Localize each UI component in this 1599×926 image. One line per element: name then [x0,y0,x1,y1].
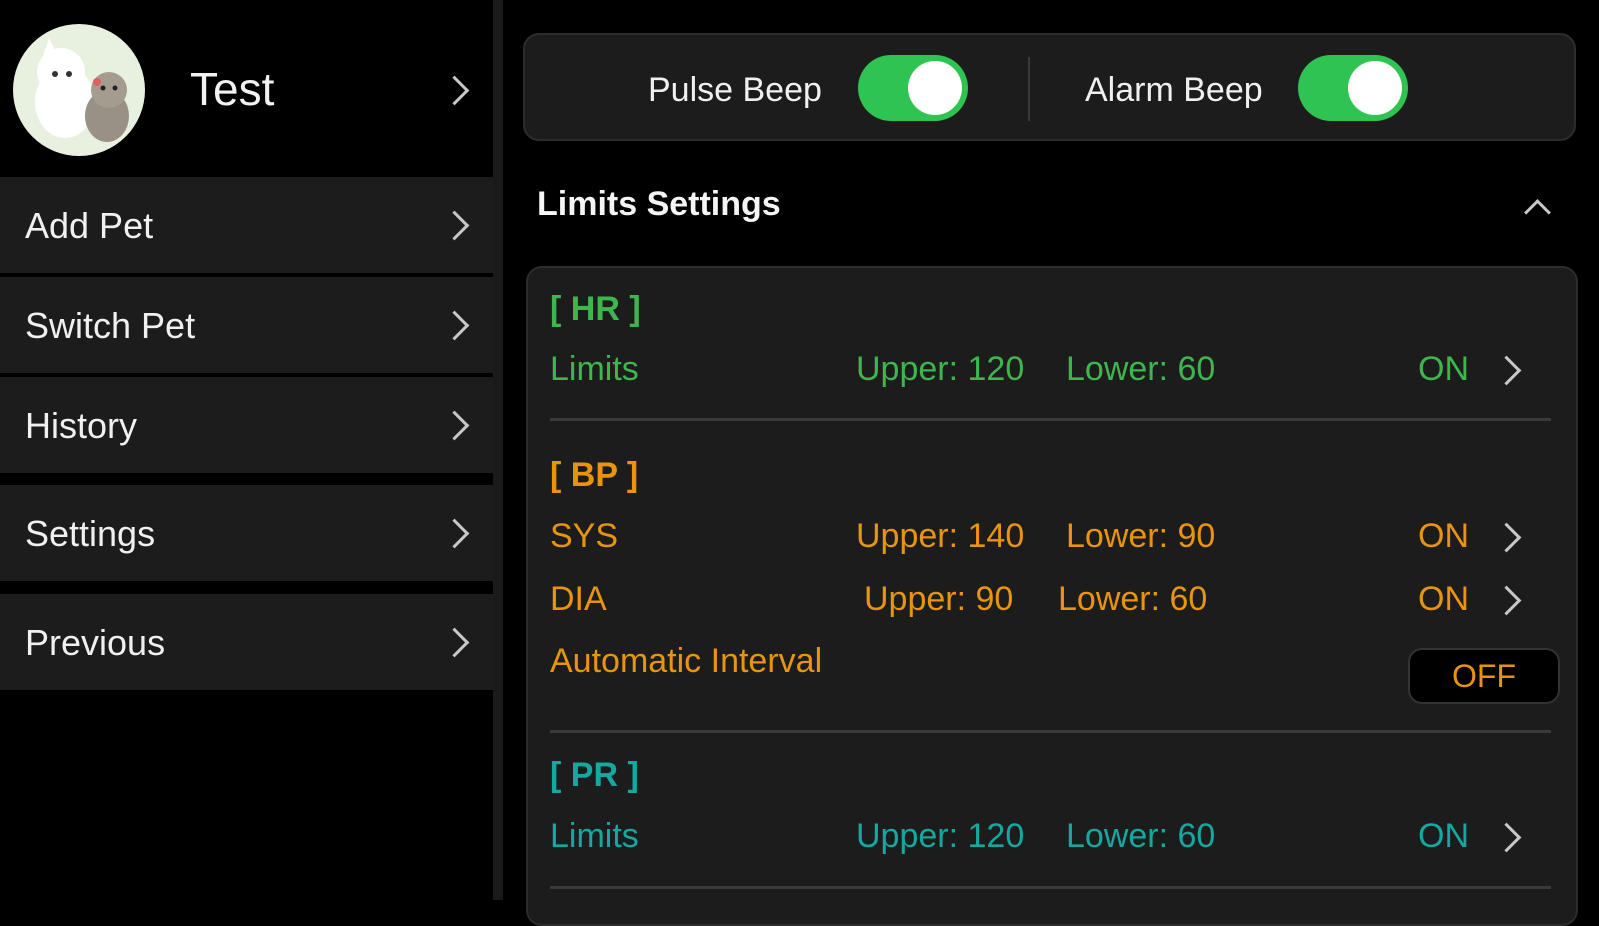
chevron-right-icon [439,75,470,106]
automatic-interval-button[interactable]: OFF [1408,648,1560,704]
automatic-interval-label: Automatic Interval [550,642,823,680]
pet-name: Test [190,63,275,115]
profile-row[interactable]: Test [0,0,493,180]
sys-upper: Upper: 140 [856,517,1025,555]
section-divider [550,886,1551,889]
pulse-beep-label: Pulse Beep [648,71,822,109]
pr-header: [ PR ] [550,756,639,794]
sys-state: ON [1418,517,1469,555]
sys-label: SYS [550,517,619,555]
beep-settings-card: Pulse Beep Alarm Beep [523,33,1576,141]
sidebar: Test Add Pet Switch Pet History Settings… [0,0,493,900]
chevron-right-icon [439,310,470,341]
section-divider [550,418,1551,421]
menu-item-label: History [25,405,138,446]
pr-limits-label: Limits [550,817,639,855]
panel-divider [493,0,503,900]
menu-item-previous[interactable]: Previous [0,594,493,690]
menu-item-label: Settings [25,513,156,554]
dia-lower: Lower: 60 [1058,580,1208,618]
menu-item-switch-pet[interactable]: Switch Pet [0,277,493,373]
chevron-up-icon[interactable] [1524,199,1551,226]
chevron-right-icon [1491,522,1522,553]
hr-lower: Lower: 60 [1066,350,1216,388]
dia-label: DIA [550,580,607,618]
menu-item-settings[interactable]: Settings [0,485,493,581]
beep-separator [1028,57,1030,121]
menu-item-add-pet[interactable]: Add Pet [0,177,493,273]
pr-state: ON [1418,817,1469,855]
menu-item-label: Switch Pet [25,305,196,346]
hr-limits-label: Limits [550,350,639,388]
pulse-beep-toggle[interactable] [858,55,968,121]
chevron-right-icon [1491,355,1522,386]
chevron-right-icon [439,518,470,549]
chevron-right-icon [1491,585,1522,616]
limits-settings-title: Limits Settings [537,185,781,223]
menu-item-label: Add Pet [25,205,154,246]
chevron-right-icon [439,210,470,241]
chevron-right-icon [439,410,470,441]
sys-lower: Lower: 90 [1066,517,1216,555]
dia-upper: Upper: 90 [864,580,1014,618]
dia-state: ON [1418,580,1469,618]
bp-header: [ BP ] [550,456,639,494]
menu-item-label: Previous [25,622,166,663]
hr-state: ON [1418,350,1469,388]
toggle-knob [908,61,962,115]
hr-header: [ HR ] [550,290,641,328]
chevron-right-icon [1491,822,1522,853]
alarm-beep-toggle[interactable] [1298,55,1408,121]
alarm-beep-label: Alarm Beep [1085,71,1263,109]
pr-upper: Upper: 120 [856,817,1025,855]
menu-item-history[interactable]: History [0,377,493,473]
pr-lower: Lower: 60 [1066,817,1216,855]
chevron-right-icon [439,627,470,658]
toggle-knob [1348,61,1402,115]
limits-card: [ HR ] Limits Upper: 120 Lower: 60 ON [ … [526,266,1578,926]
pet-avatar [13,24,145,156]
hr-upper: Upper: 120 [856,350,1025,388]
section-divider [550,730,1551,733]
